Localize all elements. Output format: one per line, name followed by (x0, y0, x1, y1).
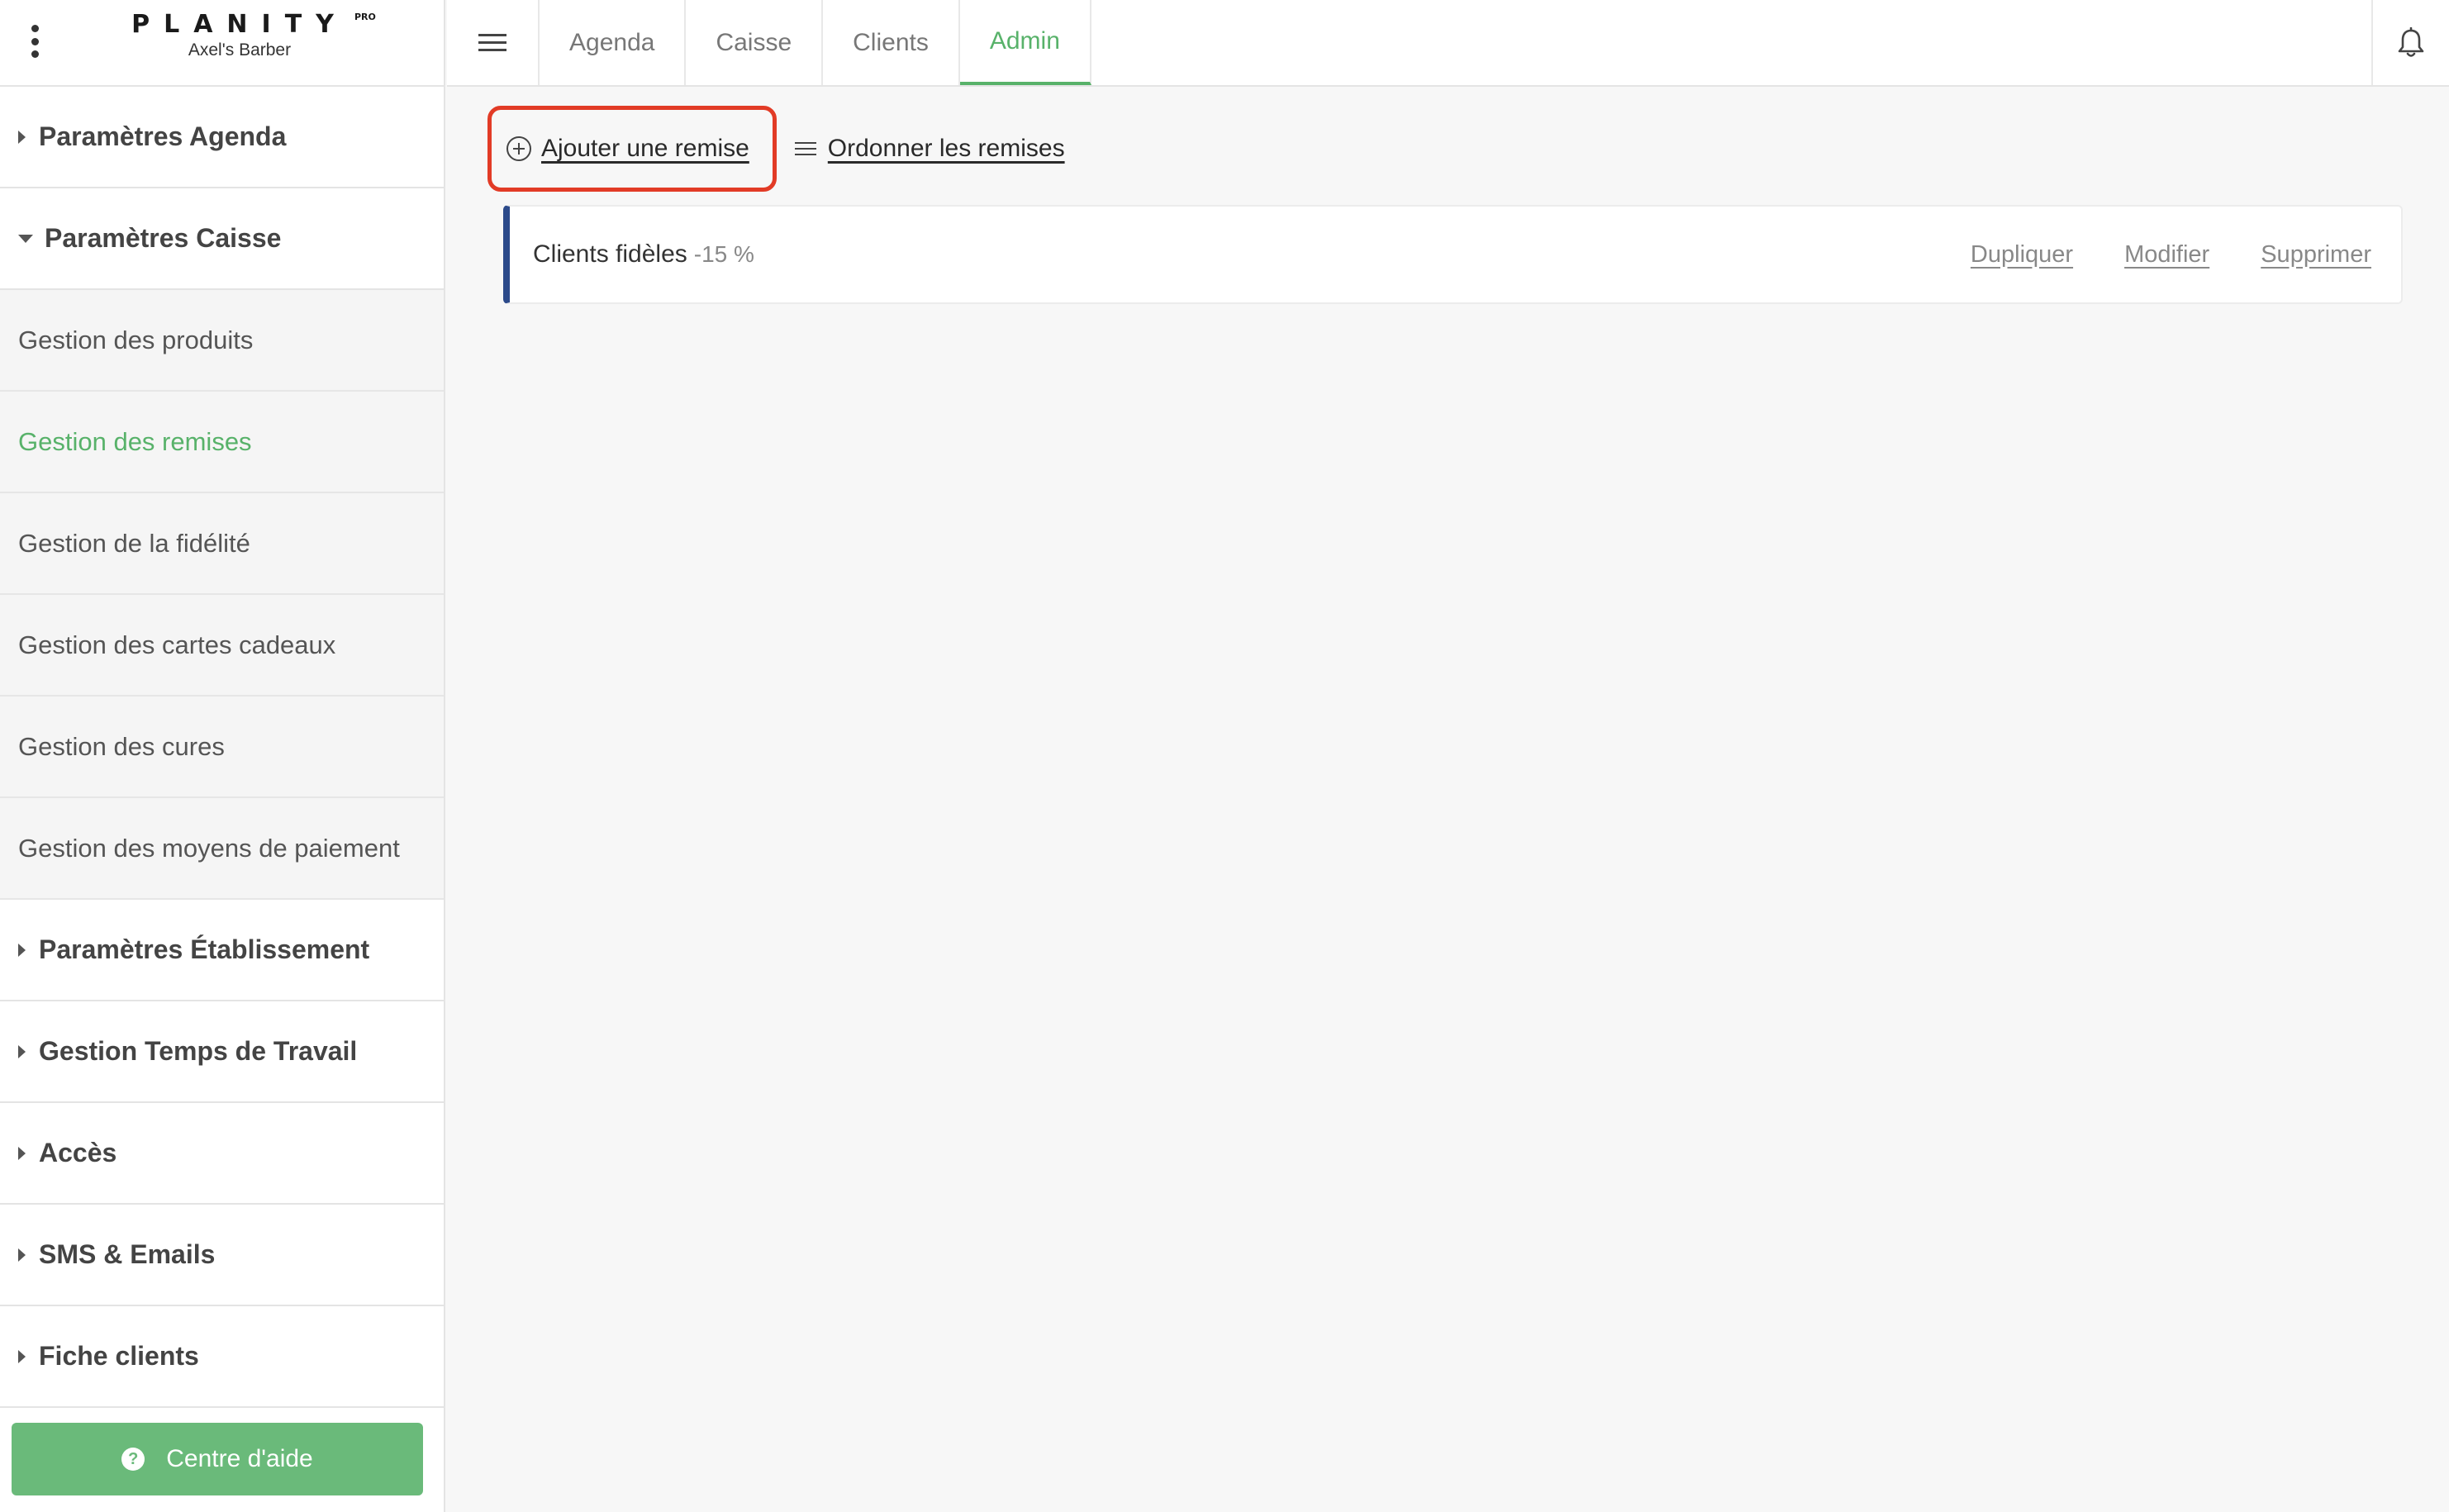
caret-right-icon (18, 1349, 26, 1363)
sidebar-item-label: Gestion des remises (18, 426, 252, 456)
menu-icon[interactable] (447, 0, 540, 85)
add-discount-label: Ajouter une remise (541, 135, 749, 162)
duplicate-discount-link[interactable]: Dupliquer (1971, 241, 2073, 269)
sidebar-item-label: Gestion des cartes cadeaux (18, 630, 336, 659)
sidebar-section-parametres-agenda[interactable]: Paramètres Agenda (0, 87, 444, 188)
help-center-label: Centre d'aide (166, 1445, 313, 1472)
tab-caisse[interactable]: Caisse (686, 0, 824, 85)
caret-right-icon (18, 1044, 26, 1058)
sidebar-section-label: Gestion Temps de Travail (39, 1036, 358, 1066)
caret-right-icon (18, 1146, 26, 1160)
sidebar-item-gestion-cures[interactable]: Gestion des cures (0, 697, 444, 798)
sidebar-section-parametres-caisse[interactable]: Paramètres Caisse (0, 188, 444, 290)
caret-right-icon (18, 130, 26, 144)
sidebar-item-label: Gestion de la fidélité (18, 528, 250, 558)
tab-clients[interactable]: Clients (823, 0, 960, 85)
discount-value: -15 % (693, 241, 754, 267)
sidebar-item-gestion-moyens-paiement[interactable]: Gestion des moyens de paiement (0, 798, 444, 900)
sidebar-item-gestion-cartes-cadeaux[interactable]: Gestion des cartes cadeaux (0, 595, 444, 697)
sidebar: PLANITY PRO Axel's Barber Paramètres Age… (0, 0, 445, 1512)
top-bar: Agenda Caisse Clients Admin (447, 0, 2449, 87)
caret-right-icon (18, 1248, 26, 1262)
add-circle-icon (506, 136, 531, 161)
question-icon: ? (121, 1448, 145, 1471)
bell-icon (2398, 26, 2424, 57)
discount-toolbar: Ajouter une remise Ordonner les remises (487, 106, 1065, 192)
sidebar-item-gestion-remises[interactable]: Gestion des remises (0, 392, 444, 493)
sidebar-section-label: Fiche clients (39, 1341, 199, 1371)
logo-wordmark: PLANITY (131, 10, 348, 39)
sidebar-section-fiche-clients[interactable]: Fiche clients (0, 1306, 444, 1408)
sidebar-item-label: Gestion des cures (18, 731, 225, 761)
sidebar-section-parametres-etablissement[interactable]: Paramètres Établissement (0, 900, 444, 1001)
sidebar-item-gestion-produits[interactable]: Gestion des produits (0, 290, 444, 392)
sidebar-section-label: Paramètres Établissement (39, 934, 370, 964)
sidebar-item-gestion-fidelite[interactable]: Gestion de la fidélité (0, 493, 444, 595)
brand-header: PLANITY PRO Axel's Barber (0, 0, 444, 87)
order-discounts-button[interactable]: Ordonner les remises (794, 135, 1065, 163)
list-icon (794, 142, 816, 155)
tab-admin[interactable]: Admin (959, 0, 1091, 85)
logo-pro-badge: PRO (354, 12, 376, 22)
tab-agenda[interactable]: Agenda (540, 0, 687, 85)
delete-discount-link[interactable]: Supprimer (2261, 241, 2371, 269)
sidebar-section-label: Paramètres Caisse (45, 223, 282, 253)
sidebar-item-label: Gestion des moyens de paiement (18, 833, 400, 863)
discount-name: Clients fidèles (533, 240, 687, 268)
discount-row: Clients fidèles -15 % Dupliquer Modifier… (503, 205, 2403, 304)
sidebar-section-acces[interactable]: Accès (0, 1103, 444, 1205)
notifications-button[interactable] (2371, 0, 2449, 85)
add-discount-button[interactable]: Ajouter une remise (487, 106, 777, 192)
caret-down-icon (18, 234, 33, 243)
sidebar-item-label: Gestion des produits (18, 325, 254, 354)
sidebar-section-label: Paramètres Agenda (39, 121, 287, 151)
main-tabs: Agenda Caisse Clients Admin (540, 0, 1091, 85)
salon-name: Axel's Barber (188, 40, 292, 59)
logo: PLANITY PRO Axel's Barber (124, 10, 376, 60)
more-options-icon[interactable] (26, 25, 43, 58)
discount-actions: Dupliquer Modifier Supprimer (1971, 241, 2401, 269)
order-discounts-label: Ordonner les remises (827, 135, 1065, 162)
sidebar-section-sms-emails[interactable]: SMS & Emails (0, 1205, 444, 1306)
edit-discount-link[interactable]: Modifier (2124, 241, 2209, 269)
sidebar-section-label: SMS & Emails (39, 1239, 216, 1269)
sidebar-section-gestion-temps-travail[interactable]: Gestion Temps de Travail (0, 1001, 444, 1103)
help-center-button[interactable]: ? Centre d'aide (12, 1423, 423, 1495)
sidebar-nav: Paramètres Agenda Paramètres Caisse Gest… (0, 87, 444, 1408)
caret-right-icon (18, 943, 26, 957)
sidebar-section-label: Accès (39, 1138, 117, 1167)
